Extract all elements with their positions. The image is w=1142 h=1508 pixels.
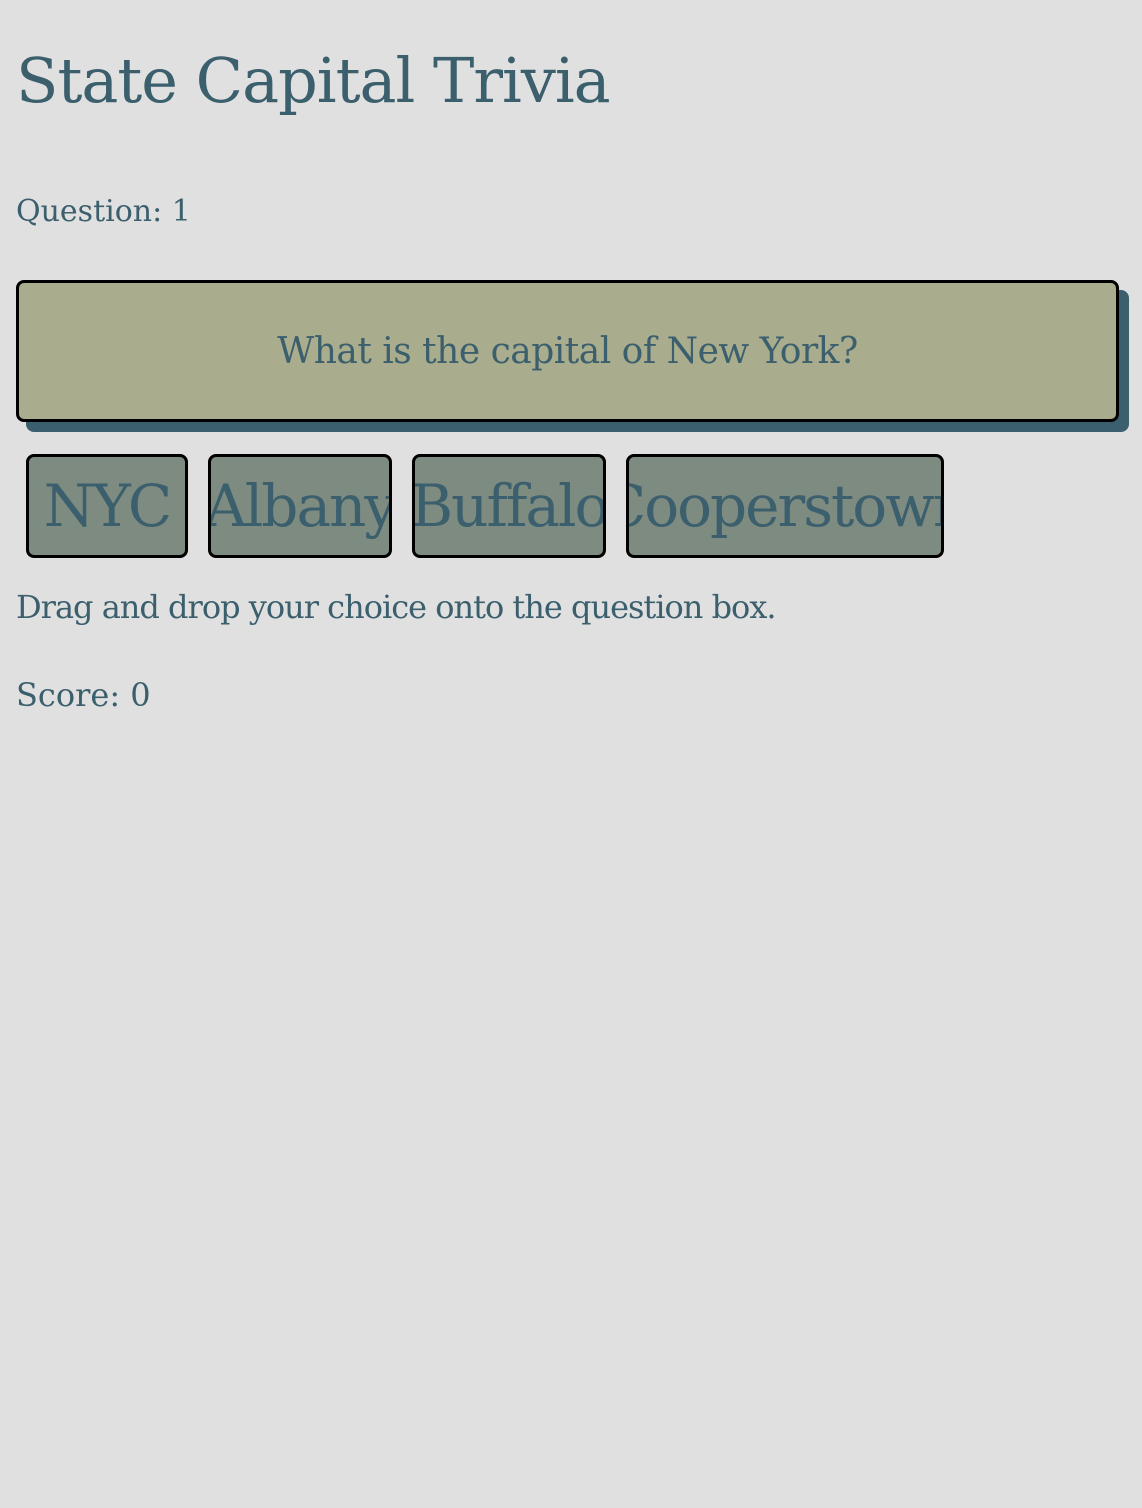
question-number: Question: 1 [16,194,191,229]
choice-albany[interactable]: Albany [208,454,392,558]
question-text: What is the capital of New York? [277,330,858,372]
page-title: State Capital Trivia [16,44,611,117]
instructions-text: Drag and drop your choice onto the quest… [16,588,777,626]
choice-nyc[interactable]: NYC [26,454,188,558]
choice-buffalo[interactable]: Buffalo [412,454,606,558]
question-drop-box[interactable]: What is the capital of New York? [16,280,1119,422]
score-display: Score: 0 [16,676,151,714]
choice-cooperstown[interactable]: Cooperstown [626,454,944,558]
choice-list: NYC Albany Buffalo Cooperstown [26,454,944,558]
